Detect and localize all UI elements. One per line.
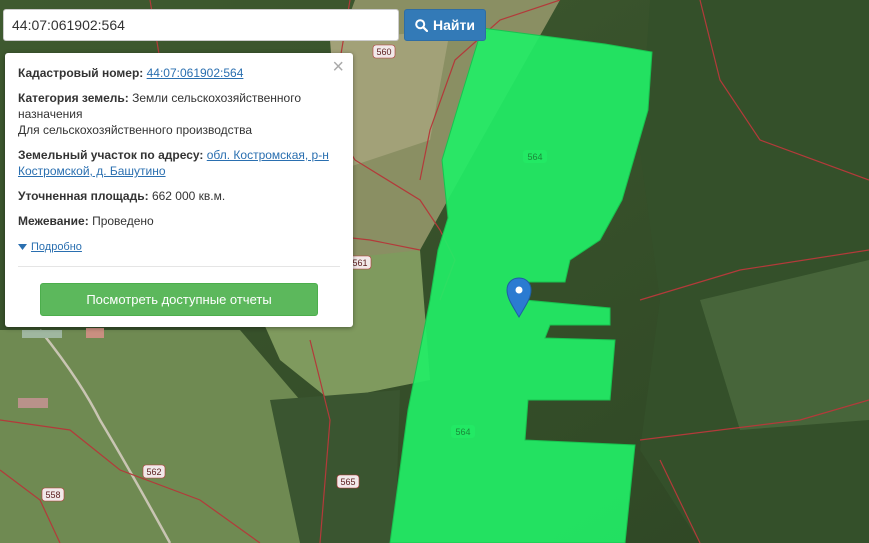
land-category-row: Категория земель: Земли сельскохозяйстве… bbox=[18, 90, 340, 138]
survey-row: Межевание: Проведено bbox=[18, 213, 340, 229]
svg-text:564: 564 bbox=[455, 427, 470, 437]
land-category-label: Категория земель: bbox=[18, 91, 129, 105]
svg-text:565: 565 bbox=[340, 477, 355, 487]
plot-label: 558 bbox=[41, 487, 65, 502]
plot-label: 560 bbox=[372, 44, 396, 59]
svg-text:564: 564 bbox=[527, 152, 542, 162]
svg-text:560: 560 bbox=[376, 47, 391, 57]
area-row: Уточненная площадь: 662 000 кв.м. bbox=[18, 188, 340, 204]
divider bbox=[18, 266, 340, 267]
area-label: Уточненная площадь: bbox=[18, 189, 149, 203]
survey-label: Межевание: bbox=[18, 214, 89, 228]
building bbox=[86, 328, 104, 338]
search-input[interactable] bbox=[3, 9, 399, 41]
cadastral-number-label: Кадастровый номер: bbox=[18, 66, 144, 80]
survey-value: Проведено bbox=[92, 214, 154, 228]
plot-label: 565 bbox=[336, 474, 360, 489]
land-category-value: Земли сельскохозяйственного bbox=[132, 91, 302, 105]
parcel-info-popup: × Кадастровый номер: 44:07:061902:564 Ка… bbox=[5, 53, 353, 327]
address-label: Земельный участок по адресу: bbox=[18, 148, 204, 162]
svg-text:561: 561 bbox=[352, 258, 367, 268]
svg-text:562: 562 bbox=[146, 467, 161, 477]
address-link[interactable]: обл. Костромская, р-н bbox=[207, 148, 329, 162]
land-category-value: назначения bbox=[18, 107, 83, 121]
search-button-label: Найти bbox=[433, 17, 475, 33]
area-value: 662 000 кв.м. bbox=[151, 189, 226, 203]
plot-label: 562 bbox=[142, 464, 166, 479]
close-icon[interactable]: × bbox=[332, 57, 344, 77]
details-toggle[interactable]: Подробно bbox=[18, 239, 340, 255]
view-reports-button[interactable]: Посмотреть доступные отчеты bbox=[40, 283, 318, 316]
parcel-label: 564 bbox=[451, 425, 475, 438]
building bbox=[18, 398, 48, 408]
svg-text:558: 558 bbox=[45, 490, 60, 500]
details-link[interactable]: Подробно bbox=[31, 239, 82, 255]
land-use-value: Для сельскохозяйственного производства bbox=[18, 123, 253, 137]
cadastral-number-link[interactable]: 44:07:061902:564 bbox=[147, 66, 244, 80]
address-link[interactable]: Костромской, д. Башутино bbox=[18, 164, 166, 178]
parcel-label: 564 bbox=[523, 150, 547, 163]
caret-down-icon bbox=[18, 244, 27, 250]
search-icon bbox=[415, 18, 429, 32]
building bbox=[22, 330, 62, 338]
search-button[interactable]: Найти bbox=[404, 9, 486, 41]
address-row: Земельный участок по адресу: обл. Костро… bbox=[18, 147, 340, 179]
cadastral-number-row: Кадастровый номер: 44:07:061902:564 bbox=[18, 65, 340, 81]
